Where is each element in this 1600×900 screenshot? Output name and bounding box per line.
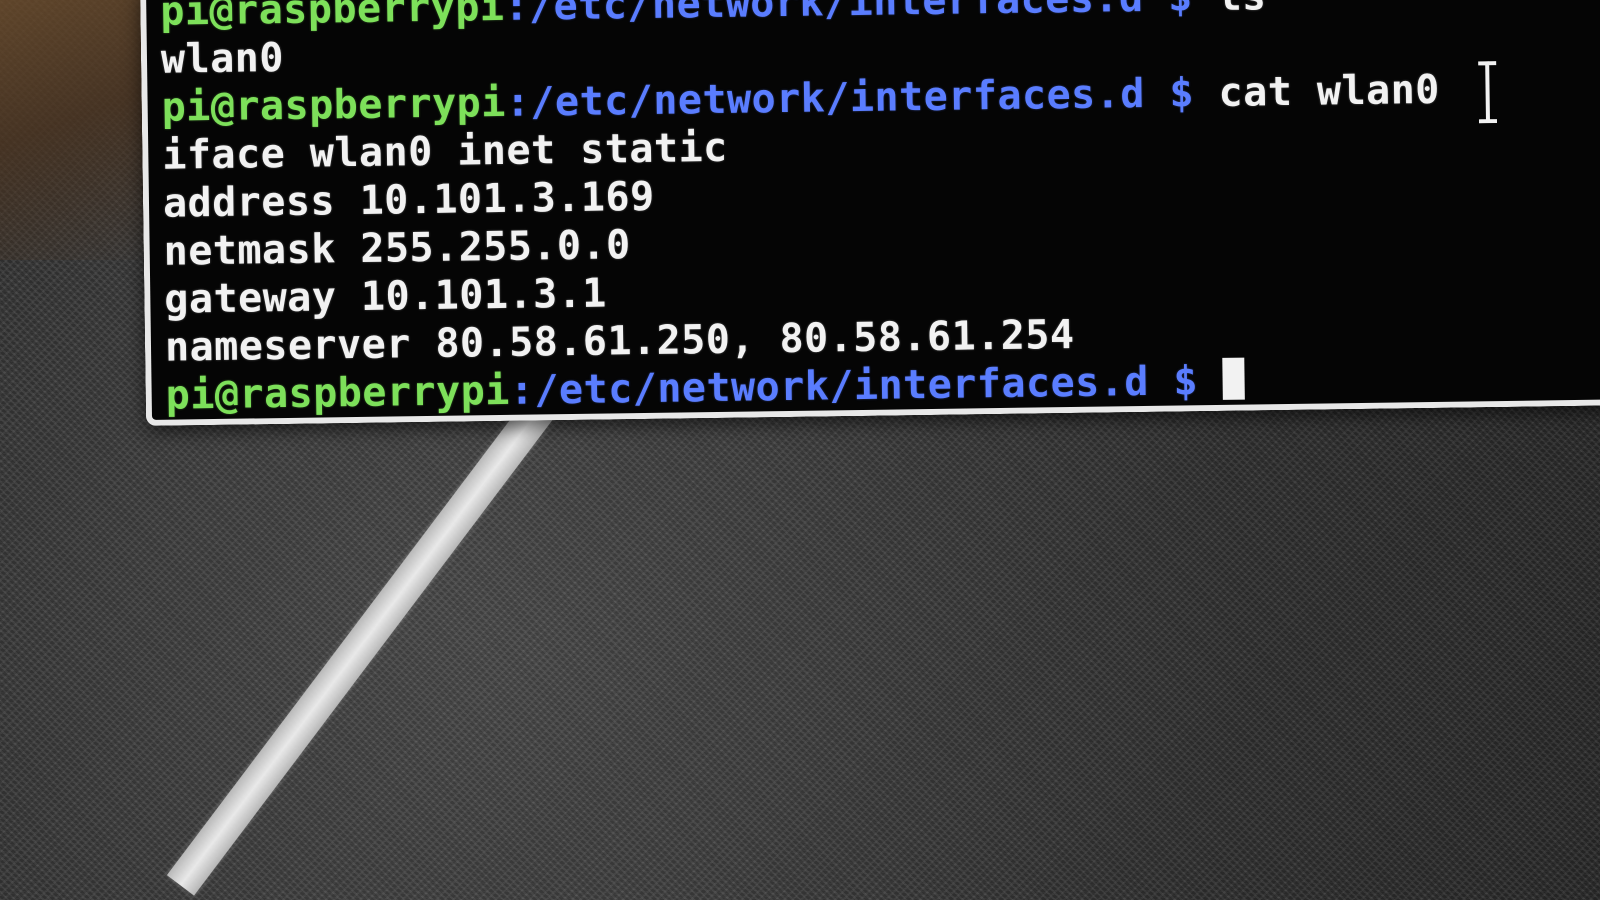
prompt-path: :/etc/network/interfaces.d [509, 358, 1150, 414]
prompt-symbol: $ [1144, 69, 1219, 117]
prompt-symbol: $ [1148, 357, 1223, 405]
command-text: ls [1217, 0, 1267, 20]
prompt-user-host: pi@raspberrypi [161, 79, 507, 131]
prompt-user-host: pi@raspberrypi [160, 0, 505, 35]
desktop-photo: pi@raspberrypi:/etc/network/interfaces.d… [0, 0, 1600, 900]
terminal-window[interactable]: pi@raspberrypi:/etc/network/interfaces.d… [140, 0, 1600, 426]
command-text: cat wlan0 [1218, 66, 1441, 116]
block-cursor-icon[interactable] [1222, 357, 1245, 400]
ibeam-icon [1478, 61, 1498, 124]
prompt-user-host: pi@raspberrypi [165, 367, 511, 419]
terminal-body[interactable]: pi@raspberrypi:/etc/network/interfaces.d… [160, 0, 1600, 419]
prompt-path: :/etc/network/interfaces.d [505, 70, 1146, 126]
prompt-symbol: $ [1143, 0, 1217, 21]
